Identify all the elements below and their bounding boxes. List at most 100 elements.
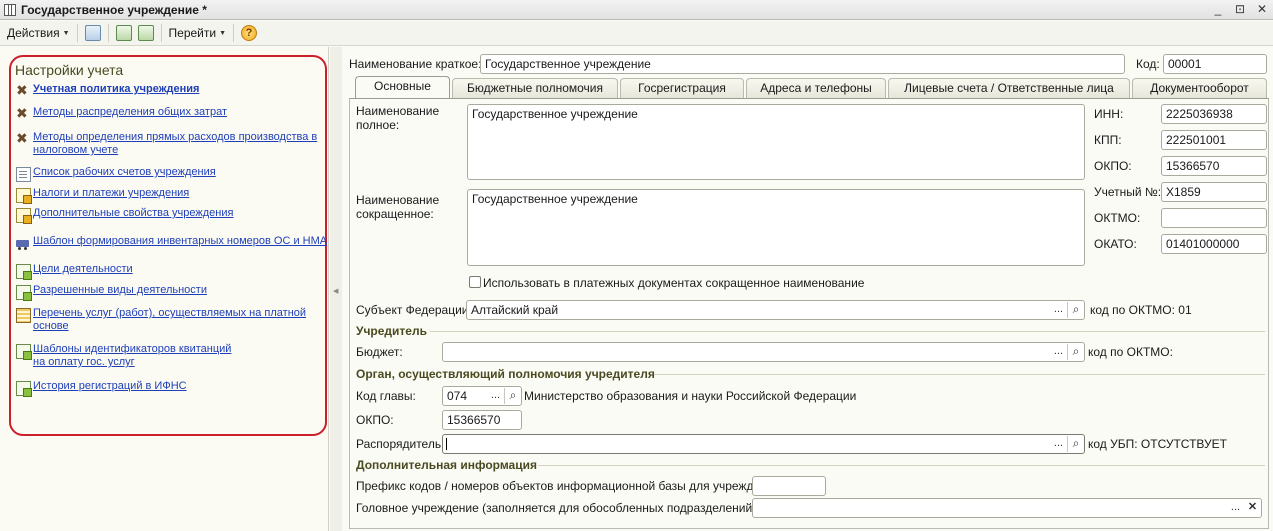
nav-link-label[interactable]: История регистраций в ИФНС	[33, 380, 187, 393]
nav-activity-goals[interactable]: Цели деятельности	[16, 263, 133, 280]
nav-link-label[interactable]: Список рабочих счетов учреждения	[33, 166, 216, 179]
nav-receipt-id-templates[interactable]: Шаблоны идентификаторов квитанций на опл…	[16, 343, 246, 369]
ubp-code-note: код УБП: ОТСУТСТВУЕТ	[1088, 437, 1227, 451]
nav-direct-costs-methods[interactable]: Методы определения прямых расходов произ…	[16, 130, 326, 157]
use-abbr-checkbox-label[interactable]: Использовать в платежных документах сокр…	[483, 276, 864, 290]
search-icon[interactable]: ⌕	[1067, 344, 1084, 360]
tab-accounts-responsible[interactable]: Лицевые счета / Ответственные лица	[888, 78, 1130, 98]
goto-menu-button[interactable]: Перейти ▼	[166, 23, 230, 43]
maximize-button[interactable]: ⊡	[1233, 2, 1247, 16]
prefix-field[interactable]	[752, 476, 826, 496]
refresh-button[interactable]	[113, 23, 135, 43]
code-field[interactable]: 00001	[1163, 54, 1267, 74]
nav-link-label[interactable]: Учетная политика учреждения	[33, 83, 199, 96]
authority-okpo-field[interactable]: 15366570	[442, 410, 522, 430]
section-divider	[430, 331, 1265, 332]
nav-additional-properties[interactable]: Дополнительные свойства учреждения	[16, 207, 233, 224]
full-name-field[interactable]: Государственное учреждение	[467, 104, 1085, 180]
nav-link-label[interactable]: Шаблон формирования инвентарных номеров …	[33, 235, 327, 248]
toolbar-divider	[160, 24, 162, 42]
okpo-field[interactable]: 15366570	[1161, 156, 1267, 176]
toolbar-divider	[76, 24, 78, 42]
save-icon	[84, 25, 101, 41]
nav-link-label[interactable]: Шаблоны идентификаторов квитанций на опл…	[33, 343, 246, 369]
tab-budget-powers[interactable]: Бюджетные полномочия	[452, 78, 618, 98]
nav-ifns-registration-history[interactable]: История регистраций в ИФНС	[16, 380, 187, 397]
copy-button[interactable]	[135, 23, 157, 43]
inn-label: ИНН:	[1094, 107, 1124, 121]
select-button[interactable]: ...	[1227, 500, 1244, 516]
search-icon[interactable]: ⌕	[1067, 436, 1084, 452]
save-close-button[interactable]	[82, 23, 104, 43]
kpp-label: КПП:	[1094, 133, 1122, 147]
nav-working-accounts[interactable]: Список рабочих счетов учреждения	[16, 166, 216, 182]
nav-cost-distribution[interactable]: Методы распределения общих затрат	[16, 105, 227, 122]
tools-icon	[16, 105, 31, 122]
extra-section-title: Дополнительная информация	[356, 458, 537, 472]
tools-icon	[16, 130, 31, 147]
nav-accounting-policy[interactable]: Учетная политика учреждения	[16, 82, 199, 99]
abbr-name-field[interactable]: Государственное учреждение	[467, 189, 1085, 266]
oktmo-label: ОКТМО:	[1094, 211, 1141, 225]
close-button[interactable]: ✕	[1255, 2, 1269, 16]
kpp-field[interactable]: 222501001	[1161, 130, 1267, 150]
window-titlebar: Государственное учреждение * _ ⊡ ✕	[0, 0, 1273, 20]
settings-panel: Настройки учета Учетная политика учрежде…	[0, 47, 329, 531]
head-org-label: Головное учреждение (заполняется для обо…	[356, 501, 760, 515]
catalog-icon	[16, 381, 32, 397]
prefix-label: Префикс кодов / номеров объектов информа…	[356, 479, 784, 493]
refresh-icon	[115, 25, 132, 41]
use-abbr-checkbox[interactable]	[469, 276, 481, 288]
tab-state-registration[interactable]: Госрегистрация	[620, 78, 744, 98]
select-button[interactable]: ...	[1050, 344, 1067, 360]
nav-link-label[interactable]: Перечень услуг (работ), осуществляемых н…	[33, 307, 316, 333]
subject-field[interactable]: Алтайский край ... ⌕	[466, 300, 1085, 320]
nav-link-label[interactable]: Дополнительные свойства учреждения	[33, 207, 233, 220]
nav-link-label[interactable]: Разрешенные виды деятельности	[33, 284, 207, 297]
nav-paid-services[interactable]: Перечень услуг (работ), осуществляемых н…	[16, 307, 316, 333]
nav-inventory-number-template[interactable]: Шаблон формирования инвентарных номеров …	[16, 235, 327, 251]
search-icon[interactable]: ⌕	[1067, 302, 1084, 318]
okato-field[interactable]: 01401000000	[1161, 234, 1267, 254]
search-icon[interactable]: ⌕	[504, 388, 521, 404]
nav-link-label[interactable]: Цели деятельности	[33, 263, 133, 276]
manager-field[interactable]: ... ⌕	[442, 434, 1085, 454]
nav-link-label[interactable]: Методы распределения общих затрат	[33, 106, 227, 119]
short-name-field[interactable]: Государственное учреждение	[480, 54, 1125, 74]
actions-menu-button[interactable]: Действия ▼	[4, 23, 73, 43]
register-icon	[16, 308, 31, 323]
code-label: Код:	[1136, 57, 1160, 71]
copy-icon	[137, 25, 154, 41]
tab-addresses-phones[interactable]: Адреса и телефоны	[746, 78, 886, 98]
nav-link-label[interactable]: Методы определения прямых расходов произ…	[33, 131, 326, 157]
abbr-name-label: Наименование сокращенное:	[356, 193, 440, 221]
minimize-button[interactable]: _	[1211, 2, 1225, 16]
panel-splitter[interactable]: ◀	[330, 47, 342, 531]
splitter-arrow-icon: ◀	[333, 288, 339, 295]
toolbar-divider	[233, 24, 235, 42]
nav-allowed-activities[interactable]: Разрешенные виды деятельности	[16, 284, 207, 301]
select-button[interactable]: ...	[1050, 436, 1067, 452]
properties-icon	[16, 208, 32, 224]
clear-icon[interactable]: ✕	[1244, 500, 1261, 516]
reg-number-field[interactable]: Х1859	[1161, 182, 1267, 202]
help-button[interactable]: ?	[238, 23, 260, 43]
nav-taxes-payments[interactable]: Налоги и платежи учреждения	[16, 187, 189, 204]
budget-oktmo-note: код по ОКТМО:	[1088, 345, 1173, 359]
catalog-icon	[16, 264, 32, 280]
select-button[interactable]: ...	[1050, 302, 1067, 318]
head-code-field[interactable]: 074 ... ⌕	[442, 386, 522, 406]
tab-document-flow[interactable]: Документооборот	[1132, 78, 1267, 98]
document-icon	[16, 167, 31, 182]
reg-number-label: Учетный №:	[1094, 185, 1162, 199]
inn-field[interactable]: 2225036938	[1161, 104, 1267, 124]
tab-main[interactable]: Основные	[355, 76, 450, 98]
catalog-icon	[16, 344, 32, 360]
budget-field[interactable]: ... ⌕	[442, 342, 1085, 362]
full-name-label: Наименование полное:	[356, 104, 440, 132]
section-divider	[654, 374, 1265, 375]
select-button[interactable]: ...	[487, 388, 504, 404]
head-org-field[interactable]: ... ✕	[752, 498, 1262, 518]
oktmo-field[interactable]	[1161, 208, 1267, 228]
nav-link-label[interactable]: Налоги и платежи учреждения	[33, 187, 189, 200]
